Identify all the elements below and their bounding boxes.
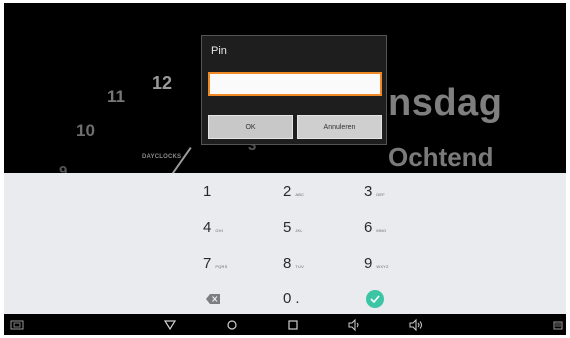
navigation-bar — [4, 314, 566, 335]
dialog-buttons: OK Annuleren — [208, 115, 382, 139]
key-7-digit: 7 — [203, 255, 212, 272]
clock-number-10: 10 — [76, 121, 95, 140]
pin-dialog: Pin OK Annuleren — [201, 35, 387, 145]
clock-brand: DAYCLOCKS — [142, 154, 182, 160]
clock-number-11: 11 — [107, 87, 125, 106]
home-icon[interactable] — [225, 318, 239, 332]
key-5[interactable]: 5 JKL — [283, 219, 303, 236]
key-2-digit: 2 — [283, 183, 292, 200]
backspace-icon[interactable] — [206, 294, 220, 304]
key-8-digit: 8 — [283, 255, 292, 272]
key-5-letters: JKL — [295, 228, 303, 233]
key-1-digit: 1 — [203, 183, 212, 200]
key-0-digit: 0 — [283, 290, 292, 307]
key-4-digit: 4 — [203, 219, 212, 236]
menu-icon[interactable] — [550, 318, 564, 332]
key-4-letters: GHI — [215, 228, 224, 233]
key-0[interactable]: 0. — [283, 290, 300, 307]
part-of-day-label: Ochtend — [388, 142, 494, 172]
ok-button[interactable]: OK — [208, 115, 293, 139]
key-3-letters: DEF — [376, 192, 385, 197]
key-3[interactable]: 3 DEF — [364, 183, 385, 200]
key-3-digit: 3 — [364, 183, 373, 200]
key-period: . — [295, 290, 300, 307]
key-2[interactable]: 2 ABC — [283, 183, 304, 200]
key-1[interactable]: 1 — [203, 183, 215, 200]
key-6-digit: 6 — [364, 219, 373, 236]
key-6[interactable]: 6 MNO — [364, 219, 386, 236]
screenshot-icon[interactable] — [10, 318, 24, 332]
key-8-letters: TUV — [295, 264, 304, 269]
done-button[interactable] — [366, 290, 384, 308]
day-label: nsdag — [388, 82, 503, 124]
key-9[interactable]: 9 WXYZ — [364, 255, 389, 272]
key-4[interactable]: 4 GHI — [203, 219, 223, 236]
cancel-button[interactable]: Annuleren — [297, 115, 382, 139]
key-2-letters: ABC — [295, 192, 305, 197]
key-6-letters: MNO — [376, 228, 387, 233]
checkmark-icon — [370, 295, 380, 303]
clock-number-12: 12 — [152, 73, 173, 93]
dialog-title: Pin — [211, 45, 227, 57]
key-9-letters: WXYZ — [376, 264, 389, 269]
recents-icon[interactable] — [286, 318, 300, 332]
volume-down-icon[interactable] — [347, 318, 361, 332]
key-5-digit: 5 — [283, 219, 292, 236]
key-9-digit: 9 — [364, 255, 373, 272]
numeric-keyboard: 1 2 ABC 3 DEF 4 GHI 5 JKL 6 MNO 7 PQRS 8 TUV 9W… — [4, 173, 566, 314]
key-7[interactable]: 7 PQRS — [203, 255, 227, 272]
volume-up-icon[interactable] — [409, 318, 423, 332]
pin-input[interactable] — [208, 72, 382, 96]
key-7-letters: PQRS — [215, 264, 228, 269]
back-icon[interactable] — [163, 318, 177, 332]
key-8[interactable]: 8 TUV — [283, 255, 304, 272]
